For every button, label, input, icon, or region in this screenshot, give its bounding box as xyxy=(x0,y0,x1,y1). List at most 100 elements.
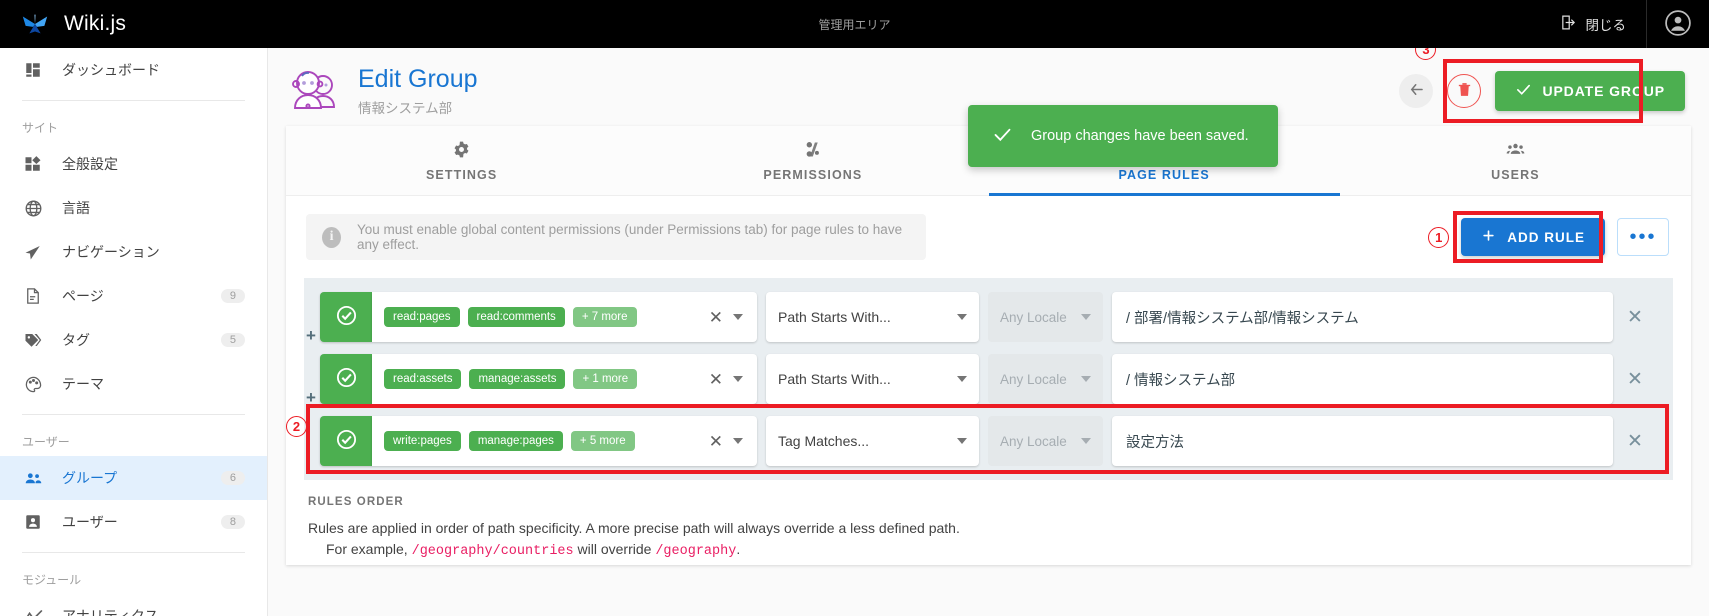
rule-locale-select[interactable]: Any Locale xyxy=(988,292,1103,342)
page-header-actions: UPDATE GROUP 3 xyxy=(1399,48,1685,123)
sidebar-item-badge: 5 xyxy=(220,333,245,347)
clear-permissions-icon[interactable]: ✕ xyxy=(709,309,723,326)
navigation-arrow-icon xyxy=(22,243,44,261)
tab-settings[interactable]: SETTINGS xyxy=(286,126,637,195)
account-button[interactable] xyxy=(1647,9,1709,39)
top-bar: Wiki.js 管理用エリア 閉じる xyxy=(0,0,1709,48)
sidebar-item-label: テーマ xyxy=(62,376,104,392)
annotation-number-3: 3 xyxy=(1415,48,1437,60)
rule-allow-toggle[interactable] xyxy=(320,292,372,342)
delete-rule-button[interactable]: ✕ xyxy=(1613,306,1657,329)
insert-rule-handle[interactable]: + xyxy=(306,388,316,408)
permission-chip[interactable]: read:assets xyxy=(384,369,462,389)
rule-path-value: / 情報システム部 xyxy=(1126,372,1236,389)
permission-chip-more[interactable]: + 1 more xyxy=(573,369,638,389)
delete-group-button[interactable] xyxy=(1447,74,1482,108)
delete-rule-button[interactable]: ✕ xyxy=(1613,430,1657,453)
delete-rule-button[interactable]: ✕ xyxy=(1613,368,1657,391)
permission-tools: ✕ xyxy=(709,371,747,388)
divider xyxy=(22,100,245,101)
sidebar-item-navigation[interactable]: ナビゲーション xyxy=(0,230,267,274)
annotation-number-2: 2 xyxy=(286,416,307,437)
sidebar-item-label: ナビゲーション xyxy=(62,244,160,260)
rule-permissions-select[interactable]: write:pages manage:pages + 5 more ✕ xyxy=(372,416,757,466)
check-circle-icon xyxy=(335,366,358,392)
sidebar-item-general[interactable]: 全般設定 xyxy=(0,142,267,186)
permission-chip[interactable]: read:comments xyxy=(467,307,565,327)
brand[interactable]: Wiki.js xyxy=(0,9,268,39)
chevron-down-icon[interactable] xyxy=(1081,376,1091,382)
tab-label: SETTINGS xyxy=(425,167,498,182)
back-button[interactable] xyxy=(1399,74,1434,108)
sidebar-item-theme[interactable]: テーマ xyxy=(0,362,267,406)
clear-permissions-icon[interactable]: ✕ xyxy=(709,371,723,388)
sidebar-item-groups[interactable]: グループ 6 xyxy=(0,456,267,500)
rule-match-select[interactable]: Path Starts With... xyxy=(766,292,979,342)
account-group-icon xyxy=(1506,140,1525,162)
rule-permissions-select[interactable]: read:assets manage:assets + 1 more ✕ xyxy=(372,354,757,404)
snackbar-toast: Group changes have been saved. xyxy=(968,105,1278,167)
sidebar-item-users[interactable]: ユーザー 8 xyxy=(0,500,267,544)
top-bar-actions: 閉じる xyxy=(1540,0,1709,48)
insert-rule-handle[interactable]: + xyxy=(306,326,316,346)
more-options-button[interactable]: ••• xyxy=(1617,218,1669,256)
rule-match-select[interactable]: Path Starts With... xyxy=(766,354,979,404)
chevron-down-icon[interactable] xyxy=(1081,438,1091,444)
rule-locale-value: Any Locale xyxy=(1000,309,1067,325)
chevron-down-icon[interactable] xyxy=(957,314,967,320)
rule-path-input[interactable]: 設定方法 xyxy=(1112,416,1613,466)
permission-chip-more[interactable]: + 7 more xyxy=(572,307,637,327)
chevron-down-icon[interactable] xyxy=(733,438,743,444)
sidebar-item-badge: 6 xyxy=(220,471,245,485)
close-button[interactable]: 閉じる xyxy=(1540,0,1647,48)
chevron-down-icon[interactable] xyxy=(1081,314,1091,320)
update-group-button[interactable]: UPDATE GROUP xyxy=(1495,71,1685,111)
permission-tools: ✕ xyxy=(709,433,747,450)
check-circle-icon xyxy=(335,428,358,454)
add-rule-button[interactable]: ADD RULE xyxy=(1461,218,1605,256)
chevron-down-icon[interactable] xyxy=(957,376,967,382)
rule-locale-value: Any Locale xyxy=(1000,433,1067,449)
sidebar-item-analytics[interactable]: アナリティクス xyxy=(0,594,267,616)
rule-path-input[interactable]: / 情報システム部 xyxy=(1112,354,1613,404)
tab-permissions[interactable]: PERMISSIONS xyxy=(637,126,988,195)
permission-chip-more[interactable]: + 5 more xyxy=(570,431,635,451)
rule-locale-select[interactable]: Any Locale xyxy=(988,354,1103,404)
chevron-down-icon[interactable] xyxy=(733,376,743,382)
rules-order-section: RULES ORDER Rules are applied in order o… xyxy=(286,480,1691,565)
close-button-label: 閉じる xyxy=(1585,18,1627,33)
rule-match-value: Tag Matches... xyxy=(778,433,870,449)
sidebar: ダッシュボード サイト 全般設定 言語 ナビゲーション ページ 9 タグ 5 テ… xyxy=(0,48,268,616)
sidebar-item-dashboard[interactable]: ダッシュボード xyxy=(0,48,267,92)
rule-permissions-select[interactable]: read:pages read:comments + 7 more ✕ xyxy=(372,292,757,342)
divider xyxy=(22,552,245,553)
rules-order-path-b: /geography xyxy=(655,544,737,559)
rule-locale-select[interactable]: Any Locale xyxy=(988,416,1103,466)
sidebar-item-locale[interactable]: 言語 xyxy=(0,186,267,230)
permission-chip[interactable]: manage:assets xyxy=(469,369,566,389)
rule-allow-toggle[interactable] xyxy=(320,354,372,404)
sidebar-item-tags[interactable]: タグ 5 xyxy=(0,318,267,362)
snackbar-message: Group changes have been saved. xyxy=(1031,128,1249,144)
chevron-down-icon[interactable] xyxy=(733,314,743,320)
account-group-icon xyxy=(22,469,44,488)
account-circle-icon xyxy=(1665,9,1691,39)
tab-users[interactable]: USERS xyxy=(1340,126,1691,195)
page-rule-row: read:pages read:comments + 7 more ✕ Path… xyxy=(306,292,1657,345)
permission-chip[interactable]: write:pages xyxy=(384,431,461,451)
permission-chip[interactable]: manage:pages xyxy=(468,431,563,451)
rule-match-select[interactable]: Tag Matches... xyxy=(766,416,979,466)
rule-path-input[interactable]: / 部署/情報システム部/情報システム xyxy=(1112,292,1613,342)
chart-line-icon xyxy=(22,607,44,616)
rule-allow-toggle[interactable] xyxy=(320,416,372,466)
clear-permissions-icon[interactable]: ✕ xyxy=(709,433,723,450)
permissions-alert: i You must enable global content permiss… xyxy=(306,214,926,260)
sidebar-section-site: サイト xyxy=(22,121,59,135)
chevron-down-icon[interactable] xyxy=(957,438,967,444)
sidebar-item-label: ユーザー xyxy=(62,514,118,530)
page-subtitle: 情報システム部 xyxy=(358,100,453,116)
rules-order-line-2: For example, /geography/countries will o… xyxy=(308,541,1669,559)
permission-chip[interactable]: read:pages xyxy=(384,307,460,327)
tab-label: PAGE RULES xyxy=(1118,167,1210,182)
sidebar-item-pages[interactable]: ページ 9 xyxy=(0,274,267,318)
